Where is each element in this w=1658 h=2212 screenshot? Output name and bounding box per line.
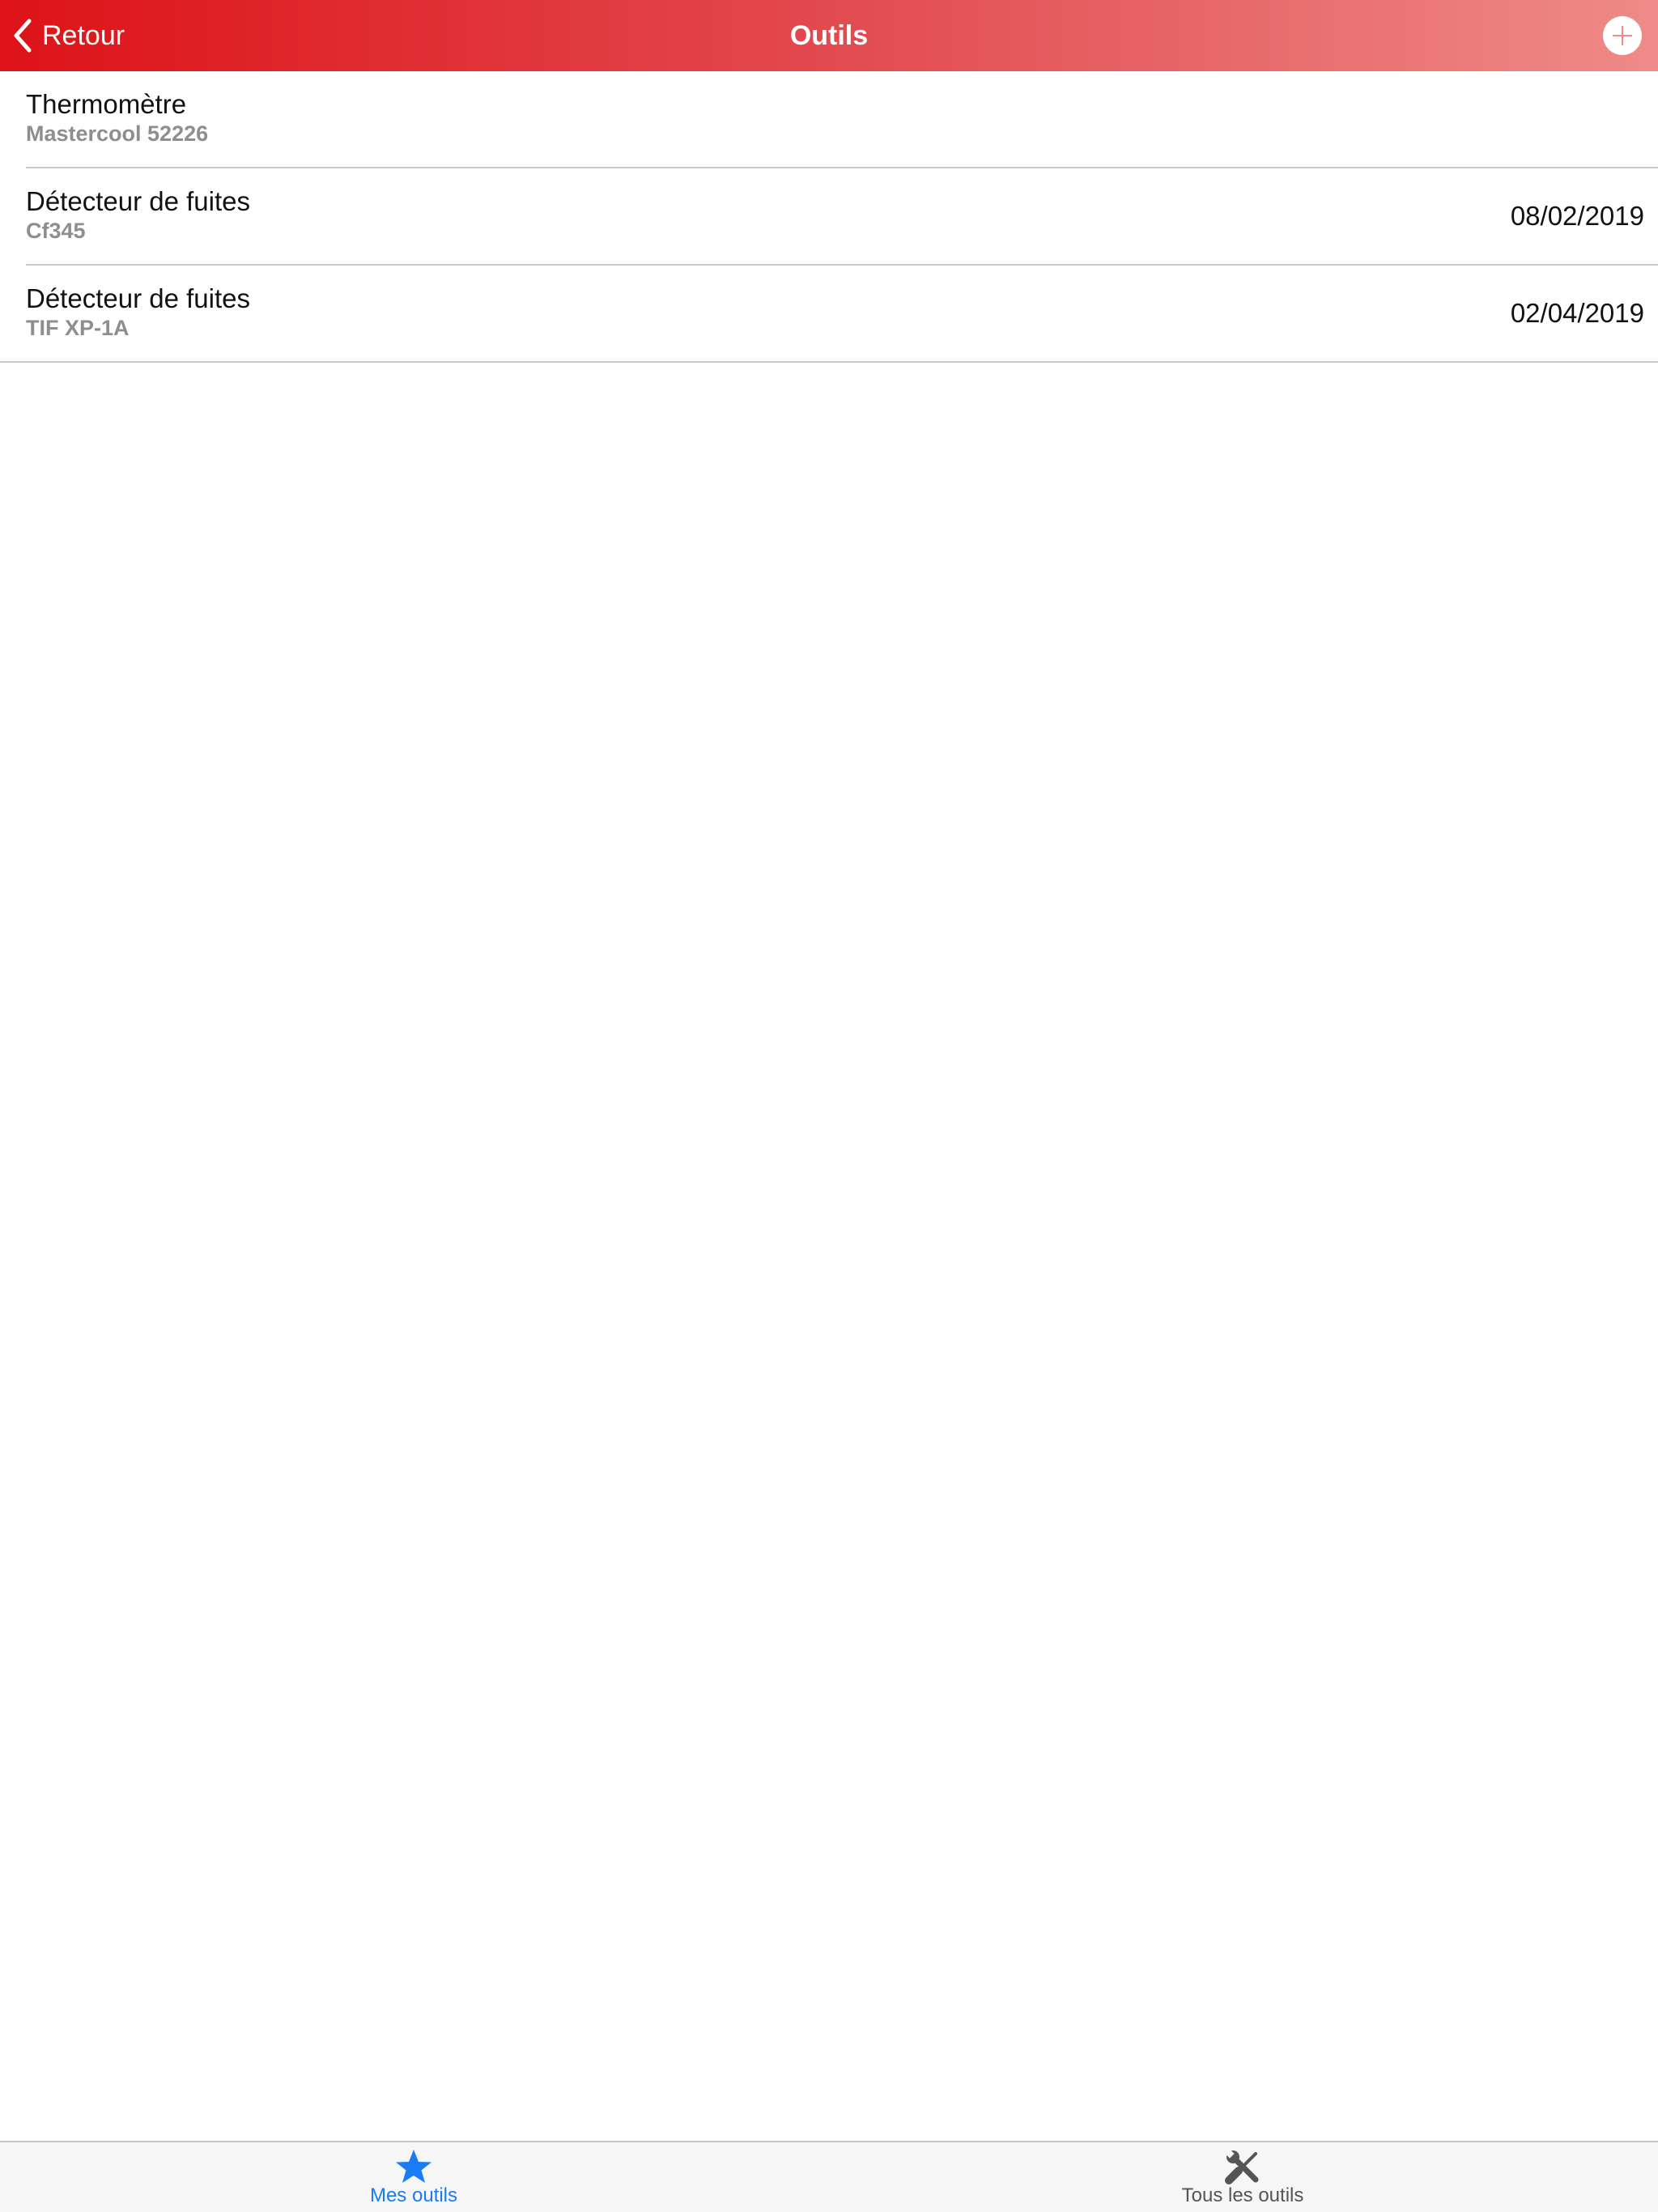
- tab-tous-les-outils[interactable]: Tous les outils: [1137, 2142, 1348, 2212]
- list-item[interactable]: Détecteur de fuites TIF XP-1A 02/04/2019: [0, 266, 1658, 363]
- tab-bar: Mes outils Tous les outils: [0, 2141, 1658, 2212]
- tool-model: TIF XP-1A: [26, 316, 130, 340]
- navigation-bar: Retour Outils: [0, 0, 1658, 71]
- list-item-text: Détecteur de fuites TIF XP-1A: [26, 283, 250, 341]
- tool-date: 02/04/2019: [1510, 298, 1644, 328]
- list-item-text: Thermomètre Mastercool 52226: [26, 89, 208, 147]
- star-icon: [394, 2147, 433, 2186]
- tool-model: Cf345: [26, 219, 86, 243]
- tool-name: Détecteur de fuites: [26, 186, 250, 216]
- list-item[interactable]: Thermomètre Mastercool 52226: [26, 71, 1658, 168]
- tab-label: Mes outils: [369, 2184, 458, 2206]
- plus-circle-icon: [1602, 15, 1643, 56]
- tools-icon: [1223, 2147, 1262, 2186]
- tool-list: Thermomètre Mastercool 52226 Détecteur d…: [0, 71, 1658, 363]
- list-item-text: Détecteur de fuites Cf345: [26, 186, 250, 244]
- tab-label: Tous les outils: [1181, 2184, 1304, 2206]
- page-title: Outils: [789, 20, 869, 51]
- tab-mes-outils[interactable]: Mes outils: [308, 2142, 519, 2212]
- tool-name: Thermomètre: [26, 89, 187, 119]
- tool-name: Détecteur de fuites: [26, 283, 250, 313]
- tool-model: Mastercool 52226: [26, 121, 209, 146]
- tool-date: 08/02/2019: [1510, 201, 1644, 231]
- list-item[interactable]: Détecteur de fuites Cf345 08/02/2019: [26, 168, 1658, 266]
- add-tool-button[interactable]: [1602, 15, 1643, 56]
